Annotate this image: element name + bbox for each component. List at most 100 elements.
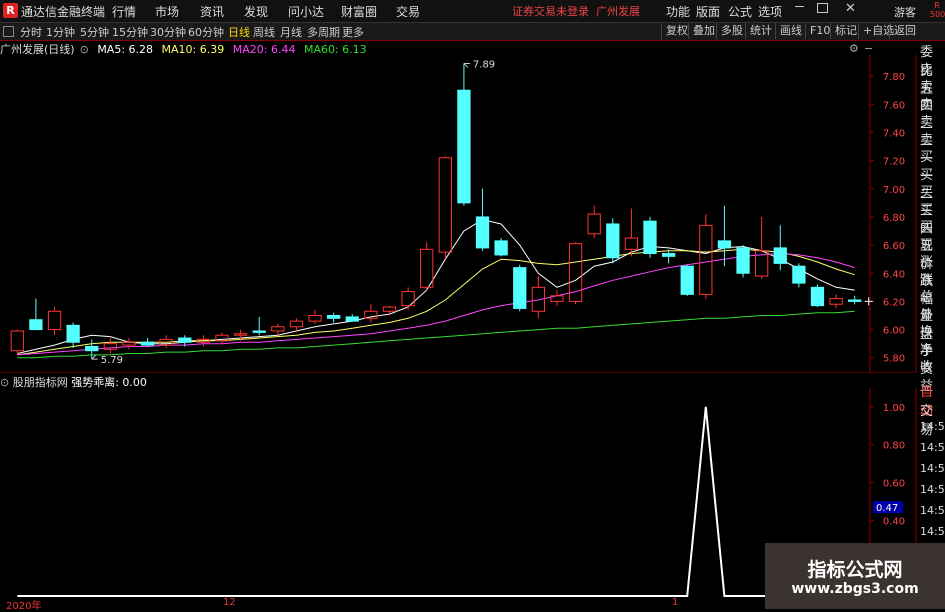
- candle-body: [122, 341, 136, 346]
- candle[interactable]: [568, 242, 583, 305]
- menu-wenxiaoda[interactable]: 问小达: [288, 3, 324, 20]
- candle-body: [606, 223, 620, 259]
- period-tab-3[interactable]: 15分钟: [112, 24, 148, 40]
- y-tick-label: 7.40: [883, 128, 905, 139]
- candle[interactable]: [606, 218, 620, 264]
- tool-button-1[interactable]: 叠加: [688, 23, 715, 39]
- candle[interactable]: [848, 295, 862, 305]
- candle[interactable]: [755, 216, 769, 279]
- period-tab-4[interactable]: 30分钟: [150, 24, 186, 40]
- app-title: 通达信金融终端: [21, 5, 106, 19]
- period-tab-6[interactable]: 日线: [228, 24, 250, 40]
- period-tab-7[interactable]: 周线: [253, 24, 275, 40]
- period-tab-8[interactable]: 月线: [280, 24, 302, 40]
- candle[interactable]: [140, 338, 155, 347]
- menu-zixun[interactable]: 资讯: [200, 3, 224, 20]
- candle[interactable]: [85, 339, 99, 360]
- y-tick-label: 6.00: [883, 326, 905, 337]
- menu-xuanxiang[interactable]: 选项: [758, 3, 782, 20]
- candle[interactable]: [624, 208, 639, 257]
- period-tab-9[interactable]: 多周期: [307, 24, 340, 40]
- tool-button-2[interactable]: 多股: [716, 23, 743, 39]
- period-tab-1[interactable]: 1分钟: [46, 24, 75, 40]
- zoom-out-icon[interactable]: −: [864, 42, 873, 55]
- tool-button-4[interactable]: 画线: [775, 23, 802, 39]
- candle-body: [178, 337, 192, 343]
- candle[interactable]: [792, 263, 806, 288]
- menu-gongshi[interactable]: 公式: [728, 3, 752, 20]
- candle[interactable]: [327, 312, 341, 323]
- menu-banmian[interactable]: 版面: [696, 3, 720, 20]
- candle[interactable]: [271, 323, 285, 336]
- candle-body: [29, 319, 43, 331]
- menu-hangqing[interactable]: 行情: [112, 3, 136, 20]
- gear-icon[interactable]: ⚙: [849, 42, 859, 55]
- candle[interactable]: [494, 238, 508, 257]
- restore-icon[interactable]: [817, 3, 828, 13]
- ma-line-ma10: [17, 248, 855, 356]
- tool-button-6[interactable]: 标记: [830, 23, 857, 39]
- candle[interactable]: [475, 188, 490, 251]
- menu-faxian[interactable]: 发现: [244, 3, 268, 20]
- candle[interactable]: [513, 264, 527, 312]
- candle-body: [420, 248, 434, 288]
- kline-chart[interactable]: 5.80 6.00 6.20 6.40 6.60 6.80 7.00 7.20 7.40 7.60…: [0, 55, 945, 373]
- trade-time-3: 14:56: [920, 483, 945, 496]
- candle[interactable]: [308, 309, 322, 324]
- menu-gongneng[interactable]: 功能: [666, 3, 690, 20]
- candle-body: [10, 330, 24, 352]
- candle[interactable]: [252, 316, 266, 336]
- candle[interactable]: [103, 338, 117, 354]
- menu-jiaoyi[interactable]: 交易: [396, 3, 420, 20]
- candle[interactable]: [382, 305, 397, 316]
- candle[interactable]: [531, 276, 545, 319]
- candle[interactable]: [438, 156, 452, 260]
- candle[interactable]: [122, 338, 136, 350]
- menu-caifuquan[interactable]: 财富圈: [341, 3, 377, 20]
- period-tab-2[interactable]: 5分钟: [80, 24, 109, 40]
- candle[interactable]: [550, 290, 564, 306]
- candle[interactable]: [717, 205, 732, 267]
- x-label-2020: 2020年: [6, 601, 42, 612]
- period-tab-10[interactable]: 更多: [342, 24, 364, 40]
- tool-button-0[interactable]: 复权: [661, 23, 688, 39]
- tool-button-5[interactable]: F10: [805, 23, 830, 39]
- candle[interactable]: [699, 214, 713, 299]
- close-icon[interactable]: ✕: [845, 1, 856, 16]
- trade-time-2: 14:56: [920, 462, 945, 475]
- guest-label[interactable]: 游客: [894, 4, 916, 20]
- candle[interactable]: [345, 314, 359, 322]
- candle[interactable]: [364, 304, 378, 323]
- app-logo-icon: R: [3, 3, 18, 18]
- trade-time-5: 14:56: [920, 525, 945, 538]
- candle[interactable]: [10, 329, 24, 355]
- y-tick-label: 6.40: [883, 269, 905, 280]
- candle[interactable]: [401, 287, 415, 310]
- x-label-12: 12: [223, 597, 236, 608]
- toolbar-toggle-icon[interactable]: [3, 26, 14, 37]
- candle[interactable]: [587, 205, 601, 239]
- x-label-1: 1: [672, 597, 679, 608]
- candle[interactable]: [215, 332, 229, 344]
- tool-button-3[interactable]: 统计: [745, 23, 772, 39]
- login-notice[interactable]: 证券交易未登录 广州发展: [512, 3, 640, 19]
- candle[interactable]: [810, 284, 825, 308]
- ma-line-ma60: [17, 310, 855, 359]
- high-annotation: 7.89: [473, 59, 495, 70]
- minimize-icon[interactable]: [795, 6, 804, 7]
- period-tab-0[interactable]: 分时: [20, 24, 42, 40]
- menu-shichang[interactable]: 市场: [155, 3, 179, 20]
- candle[interactable]: [736, 245, 750, 278]
- period-tab-5[interactable]: 60分钟: [188, 24, 224, 40]
- tool-button-8[interactable]: 返回: [889, 23, 916, 39]
- candle[interactable]: [773, 225, 787, 271]
- candle[interactable]: [829, 294, 843, 309]
- candle[interactable]: [457, 63, 471, 206]
- candle[interactable]: [66, 322, 80, 348]
- candle-body: [308, 314, 322, 322]
- candle[interactable]: [29, 298, 43, 331]
- candle[interactable]: [643, 216, 657, 258]
- candle[interactable]: [680, 264, 694, 296]
- y-tick-label: 6.80: [883, 213, 905, 224]
- candle[interactable]: [47, 307, 62, 336]
